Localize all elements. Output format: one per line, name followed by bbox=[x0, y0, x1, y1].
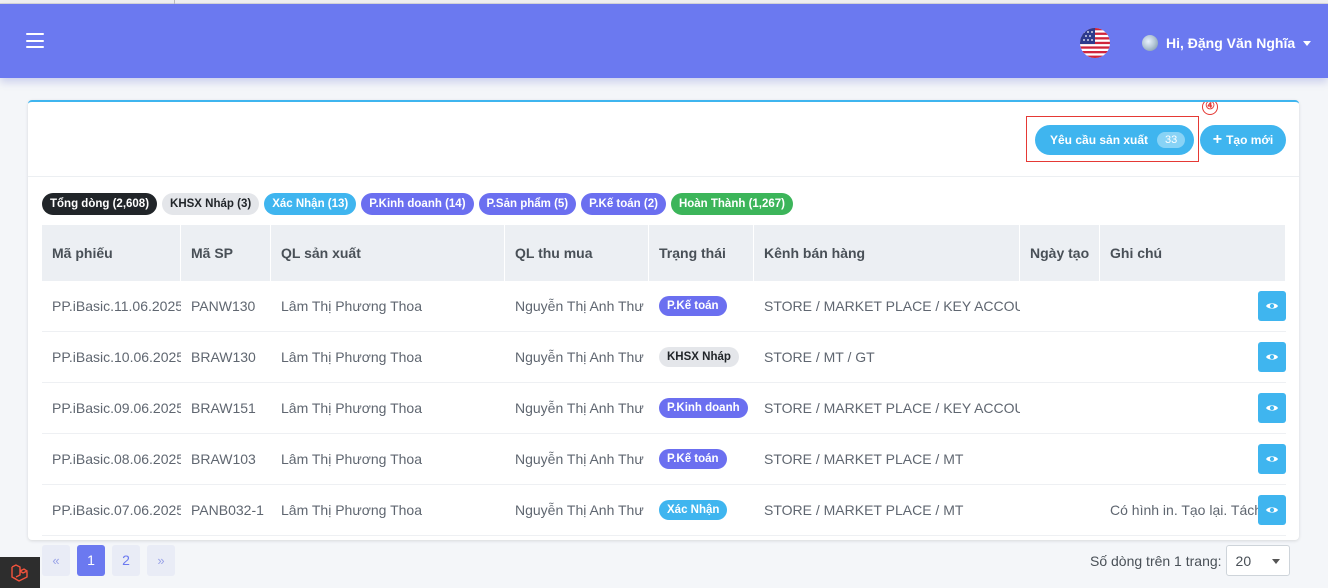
filter-chip[interactable]: P.Sản phẩm (5) bbox=[478, 193, 577, 215]
rows-per-page-value: 20 bbox=[1235, 552, 1252, 569]
us-flag-icon[interactable] bbox=[1080, 28, 1110, 58]
production-manager-cell: Lâm Thị Phương Thoa bbox=[281, 298, 423, 314]
eye-icon bbox=[1266, 303, 1278, 309]
table-body: PP.iBasic.11.06.2025 PANW130 Lâm Thị Phươn… bbox=[42, 281, 1286, 536]
view-button[interactable] bbox=[1258, 393, 1286, 423]
user-menu[interactable]: Hi, Đặng Văn Nghĩa bbox=[1142, 30, 1312, 56]
purchasing-manager-cell: Nguyễn Thị Anh Thư bbox=[515, 349, 644, 365]
sales-channel-cell: STORE / MARKET PLACE / KEY ACCOUNT bbox=[764, 298, 1020, 314]
order-code-cell: PP.iBasic.11.06.2025 bbox=[52, 298, 181, 314]
view-button[interactable] bbox=[1258, 291, 1286, 321]
pagination-next[interactable]: » bbox=[147, 545, 175, 576]
eye-icon bbox=[1266, 405, 1278, 411]
production-manager-cell: Lâm Thị Phương Thoa bbox=[281, 349, 423, 365]
eye-icon bbox=[1266, 354, 1278, 360]
status-filter-bar: Tổng dòng (2,608) KHSX Nháp (3) Xác Nhận (… bbox=[42, 193, 798, 215]
purchasing-manager-cell: Nguyễn Thị Anh Thư bbox=[515, 298, 644, 314]
filter-chip[interactable]: Tổng dòng (2,608) bbox=[42, 193, 158, 215]
table-header: Mã phiếu Mã SP QL sản xuất QL thu mua Trạng … bbox=[42, 225, 1286, 281]
order-code-cell: PP.iBasic.07.06.2025 bbox=[52, 502, 181, 518]
filter-chip[interactable]: P.Kinh doanh (14) bbox=[361, 193, 474, 215]
production-manager-cell: Lâm Thị Phương Thoa bbox=[281, 502, 423, 518]
order-code-cell: PP.iBasic.08.06.2025 bbox=[52, 451, 181, 467]
filter-chip[interactable]: P.Kế toán (2) bbox=[581, 193, 666, 215]
column-header[interactable]: Kênh bán hàng bbox=[754, 225, 1020, 281]
avatar bbox=[1142, 35, 1158, 51]
view-button[interactable] bbox=[1258, 444, 1286, 474]
status-cell: KHSX Nháp bbox=[649, 347, 754, 367]
laravel-logo-icon bbox=[0, 557, 40, 588]
column-header[interactable]: QL thu mua bbox=[505, 225, 649, 281]
production-request-count-badge: 33 bbox=[1157, 132, 1186, 148]
create-new-label: Tạo mới bbox=[1226, 133, 1274, 147]
column-header[interactable]: Trạng thái bbox=[649, 225, 754, 281]
eye-icon bbox=[1266, 507, 1278, 513]
user-greeting: Hi, Đặng Văn Nghĩa bbox=[1166, 35, 1296, 51]
sales-channel-cell: STORE / MARKET PLACE / MT bbox=[764, 502, 964, 518]
caret-down-icon bbox=[1303, 40, 1312, 46]
view-button[interactable] bbox=[1258, 342, 1286, 372]
status-cell: P.Kế toán bbox=[649, 449, 754, 469]
eye-icon bbox=[1266, 456, 1278, 462]
step-marker: ④ bbox=[1202, 102, 1218, 115]
filter-chip[interactable]: Hoàn Thành (1,267) bbox=[670, 193, 794, 215]
orders-table: Mã phiếu Mã SP QL sản xuất QL thu mua Trạng … bbox=[42, 225, 1286, 536]
column-header[interactable]: Ghi chú bbox=[1100, 225, 1286, 281]
sales-channel-cell: STORE / MARKET PLACE / MT bbox=[764, 451, 964, 467]
create-new-button[interactable]: + Tạo mới bbox=[1200, 125, 1286, 155]
menu-toggle-icon[interactable] bbox=[26, 33, 44, 48]
table-row: PP.iBasic.10.06.2025 BRAW130 Lâm Thị Phươn… bbox=[42, 332, 1286, 383]
chevron-down-icon bbox=[1271, 559, 1280, 564]
rows-per-page: Số dòng trên 1 trang: 20 bbox=[1090, 545, 1290, 576]
sales-channel-cell: STORE / MT / GT bbox=[764, 349, 875, 365]
status-cell: P.Kinh doanh bbox=[649, 398, 754, 418]
purchasing-manager-cell: Nguyễn Thị Anh Thư bbox=[515, 502, 644, 518]
rows-per-page-label: Số dòng trên 1 trang: bbox=[1090, 552, 1222, 569]
table-row: PP.iBasic.09.06.2025 BRAW151 Lâm Thị Phươn… bbox=[42, 383, 1286, 434]
status-badge: P.Kinh doanh bbox=[659, 398, 748, 418]
production-manager-cell: Lâm Thị Phương Thoa bbox=[281, 451, 423, 467]
status-cell: P.Kế toán bbox=[649, 296, 754, 316]
main-card: ④ Yêu cầu sản xuất 33 + Tạo mới Tổng dòn… bbox=[28, 100, 1299, 540]
production-request-label: Yêu cầu sản xuất bbox=[1050, 133, 1149, 147]
production-manager-cell: Lâm Thị Phương Thoa bbox=[281, 400, 423, 416]
order-code-cell: PP.iBasic.09.06.2025 bbox=[52, 400, 181, 416]
production-request-button[interactable]: Yêu cầu sản xuất 33 bbox=[1035, 125, 1194, 155]
filter-chip[interactable]: Xác Nhận (13) bbox=[264, 193, 357, 215]
card-header: ④ Yêu cầu sản xuất 33 + Tạo mới bbox=[28, 102, 1299, 177]
view-button[interactable] bbox=[1258, 495, 1286, 525]
product-code-cell: PANB032-1 bbox=[191, 502, 264, 518]
column-header[interactable]: Mã phiếu bbox=[42, 225, 181, 281]
status-badge: P.Kế toán bbox=[659, 449, 727, 469]
product-code-cell: BRAW130 bbox=[191, 349, 256, 365]
product-code-cell: PANW130 bbox=[191, 298, 256, 314]
column-header[interactable]: QL sản xuất bbox=[271, 225, 505, 281]
order-code-cell: PP.iBasic.10.06.2025 bbox=[52, 349, 181, 365]
pagination: « 1 2 » bbox=[42, 545, 182, 576]
purchasing-manager-cell: Nguyễn Thị Anh Thư bbox=[515, 451, 644, 467]
purchasing-manager-cell: Nguyễn Thị Anh Thư bbox=[515, 400, 644, 416]
pagination-page-2[interactable]: 2 bbox=[112, 545, 140, 576]
sales-channel-cell: STORE / MARKET PLACE / KEY ACCOUNT bbox=[764, 400, 1020, 416]
top-navbar: Hi, Đặng Văn Nghĩa bbox=[0, 4, 1328, 78]
status-badge: KHSX Nháp bbox=[659, 347, 739, 367]
table-row: PP.iBasic.07.06.2025 PANB032-1 Lâm Thị Phư… bbox=[42, 485, 1286, 536]
table-row: PP.iBasic.11.06.2025 PANW130 Lâm Thị Phươn… bbox=[42, 281, 1286, 332]
rows-per-page-select[interactable]: 20 bbox=[1225, 545, 1290, 576]
pagination-prev[interactable]: « bbox=[42, 545, 70, 576]
status-badge: P.Kế toán bbox=[659, 296, 727, 316]
plus-icon: + bbox=[1212, 131, 1223, 148]
pagination-page-1[interactable]: 1 bbox=[77, 545, 105, 576]
table-row: PP.iBasic.08.06.2025 BRAW103 Lâm Thị Phươn… bbox=[42, 434, 1286, 485]
product-code-cell: BRAW151 bbox=[191, 400, 256, 416]
status-badge: Xác Nhận bbox=[659, 500, 728, 520]
product-code-cell: BRAW103 bbox=[191, 451, 256, 467]
filter-chip[interactable]: KHSX Nháp (3) bbox=[162, 193, 260, 215]
column-header[interactable]: Mã SP bbox=[181, 225, 271, 281]
column-header[interactable]: Ngày tạo bbox=[1020, 225, 1100, 281]
status-cell: Xác Nhận bbox=[649, 500, 754, 520]
